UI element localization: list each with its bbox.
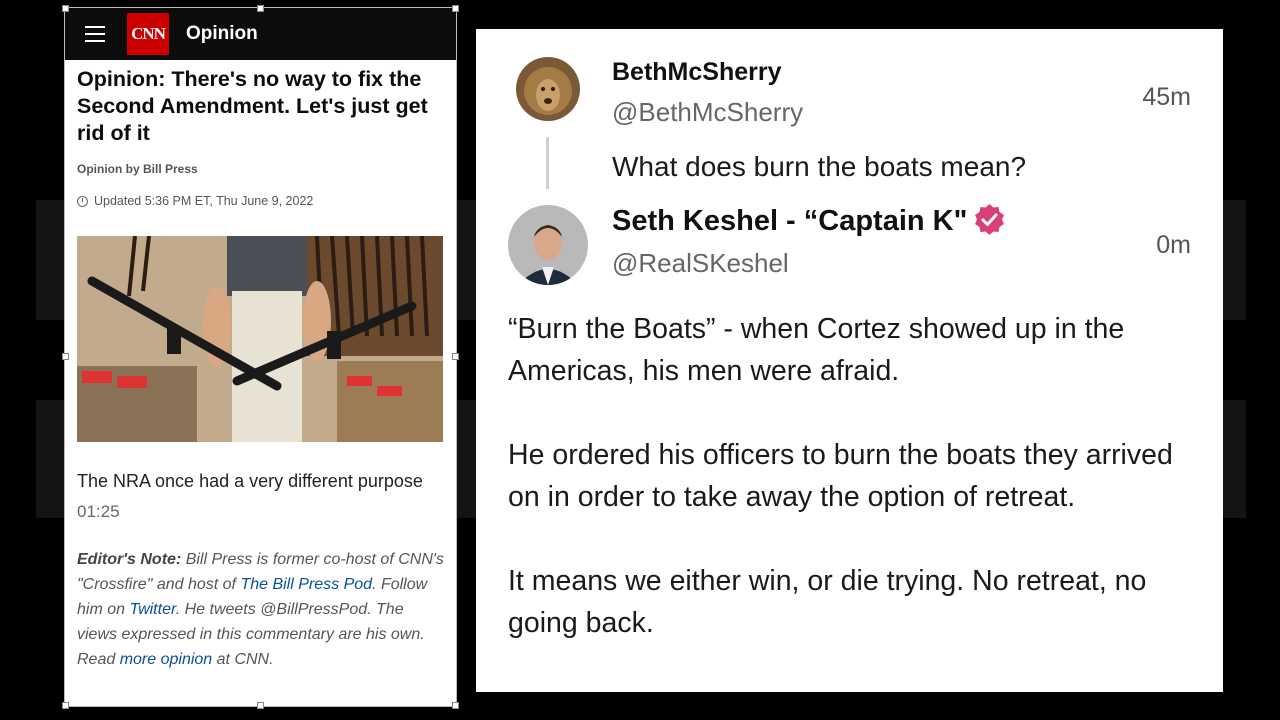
avatar-beth[interactable] (516, 57, 580, 121)
lion-avatar-image (516, 57, 580, 121)
twitter-link[interactable]: Twitter (129, 601, 175, 618)
resize-handle-tl[interactable] (62, 5, 69, 12)
reply-time: 45m (1142, 83, 1191, 111)
article-photo[interactable] (77, 236, 443, 442)
cnn-header: CNN Opinion (65, 8, 456, 60)
tweet-paragraph-3: It means we either win, or die trying. N… (508, 565, 1147, 639)
main-time: 0m (1156, 231, 1191, 259)
video-caption[interactable]: The NRA once had a very different purpos… (77, 466, 444, 527)
cnn-article-panel: CNN Opinion Opinion: There's no way to f… (64, 7, 457, 707)
clock-icon (77, 195, 88, 207)
section-label[interactable]: Opinion (186, 23, 258, 45)
tweet-paragraph-1: “Burn the Boats” - when Cortez showed up… (508, 313, 1125, 387)
reply-user-name[interactable]: BethMcSherry (612, 58, 782, 87)
resize-handle-bl[interactable] (62, 702, 69, 709)
profile-photo-image (508, 205, 588, 285)
editors-note: Editor's Note: Bill Press is former co-h… (77, 547, 444, 672)
thread-line (546, 137, 549, 189)
main-user-handle[interactable]: @RealSKeshel (612, 248, 789, 279)
resize-handle-tr[interactable] (452, 5, 459, 12)
avatar-seth[interactable] (508, 205, 588, 285)
bill-press-pod-link[interactable]: The Bill Press Pod (240, 576, 372, 593)
article-updated: Updated 5:36 PM ET, Thu June 9, 2022 (77, 194, 444, 208)
editors-note-label: Editor's Note: (77, 551, 182, 568)
editors-note-text-4: at CNN. (216, 651, 274, 668)
tweet-body: “Burn the Boats” - when Cortez showed up… (508, 308, 1198, 686)
reply-user-handle[interactable]: @BethMcSherry (612, 97, 803, 128)
main-user-name[interactable]: Seth Keshel - “Captain K" (612, 205, 967, 237)
video-caption-text[interactable]: The NRA once had a very different purpos… (77, 471, 423, 491)
article-headline: Opinion: There's no way to fix the Secon… (77, 67, 428, 145)
video-duration: 01:25 (77, 502, 120, 521)
article-byline: Opinion by Bill Press (77, 162, 198, 176)
reply-text: What does burn the boats mean? (612, 151, 1027, 182)
rifles-photo-illustration (77, 236, 443, 442)
menu-icon[interactable] (85, 26, 105, 42)
resize-handle-tc[interactable] (257, 5, 264, 12)
updated-text: Updated 5:36 PM ET, Thu June 9, 2022 (94, 194, 314, 208)
article-body: Opinion: There's no way to fix the Secon… (65, 60, 456, 672)
resize-handle-br[interactable] (452, 702, 459, 709)
verified-badge-icon (973, 203, 1006, 236)
tweet-paragraph-2: He ordered his officers to burn the boat… (508, 439, 1173, 513)
main-user-name-row: Seth Keshel - “Captain K" (612, 203, 1006, 239)
resize-handle-mr[interactable] (452, 353, 459, 360)
resize-handle-bc[interactable] (257, 702, 264, 709)
tweet-thread-panel: BethMcSherry @BethMcSherry 45m What does… (476, 29, 1223, 692)
cnn-logo[interactable]: CNN (127, 13, 169, 55)
resize-handle-ml[interactable] (62, 353, 69, 360)
more-opinion-link[interactable]: more opinion (120, 651, 213, 668)
